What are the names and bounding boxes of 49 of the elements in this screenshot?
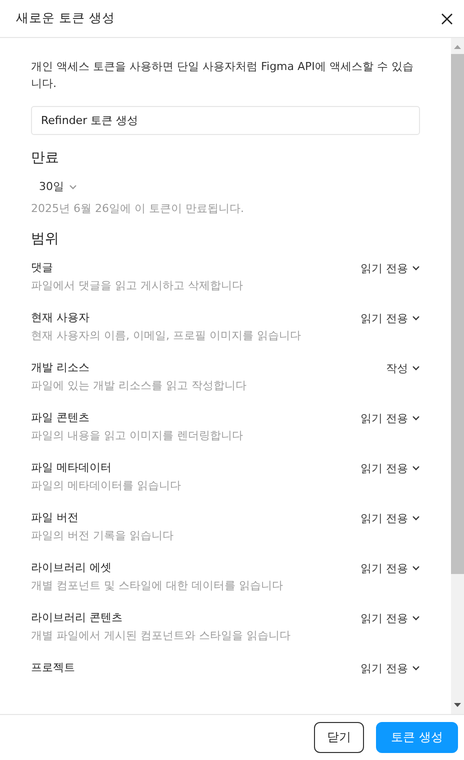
section-heading: 범위 [31, 230, 60, 248]
scope-title: 댓글 [31, 260, 53, 276]
intro-text: 개인 액세스 토큰을 사용하면 단일 사용자처럼 Figma API에 액세스할 수 있습니다. [31, 59, 414, 92]
access-dropdown[interactable]: 읽기 전용 [360, 510, 420, 526]
scope-description: 파일의 버전 기록을 읽습니다 [31, 528, 174, 544]
scope-description: 현재 사용자의 이름, 이메일, 프로필 이미지를 읽습니다 [31, 328, 301, 344]
access-dropdown[interactable]: 읽기 전용 [360, 460, 420, 476]
access-dropdown[interactable]: 읽기 전용 [360, 610, 420, 626]
scope-description: 파일에서 댓글을 읽고 게시하고 삭제합니다 [31, 278, 244, 294]
access-dropdown[interactable]: 읽기 전용 [360, 410, 420, 426]
chevron-down-icon [412, 465, 420, 471]
scope-title: 파일 버전 [31, 510, 78, 526]
scope-title: 파일 메타데이터 [31, 460, 112, 476]
chevron-down-icon [412, 415, 420, 421]
access-dropdown[interactable]: 읽기 전용 [360, 260, 420, 276]
chevron-down-icon [412, 665, 420, 671]
dialog-title: 새로운 토큰 생성 [16, 10, 115, 27]
section-heading: 만료 [31, 149, 60, 167]
scroll-up-icon [454, 45, 461, 49]
chevron-down-icon [412, 365, 420, 371]
scope-description: 파일에 있는 개발 리소스를 읽고 작성합니다 [31, 378, 248, 394]
scope-description: 파일의 메타데이터를 읽습니다 [31, 478, 182, 494]
access-dropdown[interactable]: 작성 [386, 360, 420, 376]
chevron-down-icon [69, 184, 77, 190]
expiration-note: 2025년 6월 26일에 이 토큰이 만료됩니다. [31, 201, 245, 216]
chevron-down-icon [412, 265, 420, 271]
scope-title: 파일 콘텐츠 [31, 410, 90, 426]
close-dialog-button[interactable]: 닫기 [314, 722, 364, 753]
expiration-dropdown[interactable]: 30일 [31, 179, 77, 194]
chevron-down-icon [412, 515, 420, 521]
scope-title: 현재 사용자 [31, 310, 90, 326]
access-dropdown[interactable]: 읽기 전용 [360, 310, 420, 326]
chevron-down-icon [412, 315, 420, 321]
access-dropdown[interactable]: 읽기 전용 [360, 560, 420, 576]
chevron-down-icon [412, 565, 420, 571]
scope-title: 개발 리소스 [31, 360, 90, 376]
scope-description: 개별 컴포넌트 및 스타일에 대한 데이터를 읽습니다 [31, 578, 284, 594]
scope-description: 개별 파일에서 게시된 컴포넌트와 스타일을 읽습니다 [31, 628, 292, 644]
access-dropdown[interactable]: 읽기 전용 [360, 660, 420, 676]
scope-description: 파일의 내용을 읽고 이미지를 렌더링합니다 [31, 428, 244, 444]
chevron-down-icon [412, 615, 420, 621]
scroll-down-icon [454, 703, 461, 707]
scope-title: 라이브러리 에셋 [31, 560, 112, 576]
scrollbar[interactable] [451, 38, 464, 714]
token-name-field[interactable]: Refinder 토큰 생성 [31, 106, 420, 135]
close-button[interactable] [440, 12, 454, 26]
close-icon [440, 12, 454, 26]
scope-title: 라이브러리 콘텐츠 [31, 610, 122, 626]
scope-title: 프로젝트 [31, 660, 75, 676]
